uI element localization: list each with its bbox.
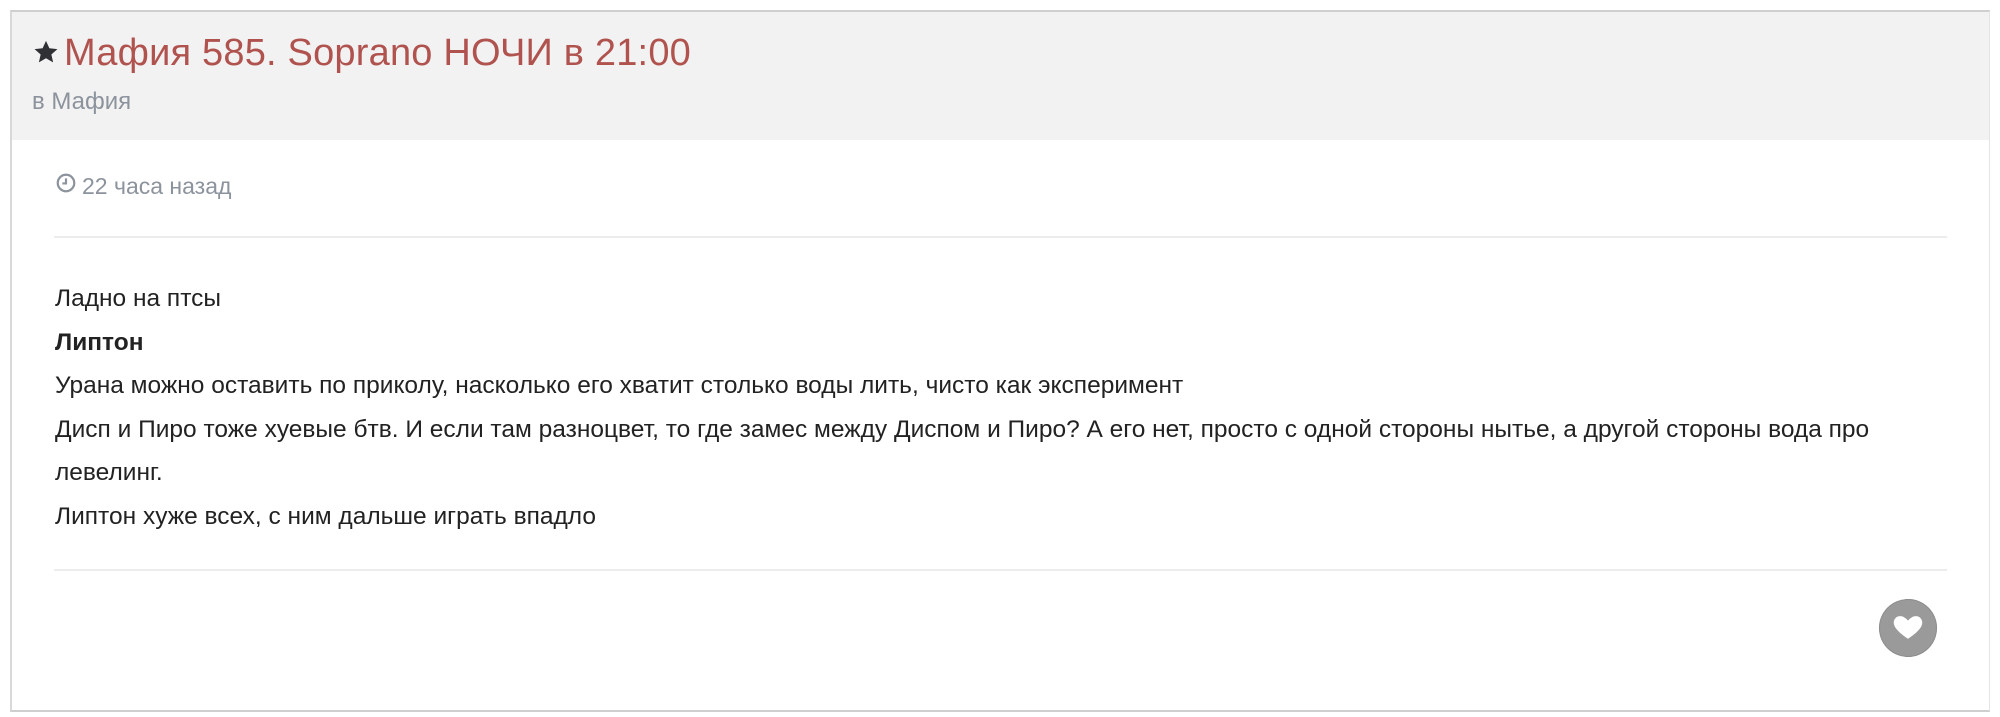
forum-link[interactable]: Мафия (51, 88, 131, 115)
divider-bottom (54, 569, 1947, 571)
forum-line: в Мафия (32, 88, 131, 116)
post-header: Мафия 585. Soprano НОЧИ в 21:00 в Мафия (12, 12, 1989, 140)
heart-icon (1891, 609, 1925, 648)
post-meta: 22 часа назад (55, 172, 231, 200)
content-line: Липтон хуже всех, с ним дальше играть вп… (55, 502, 596, 530)
title-row: Мафия 585. Soprano НОЧИ в 21:00 (32, 32, 691, 75)
content-line: Ладно на птсы (55, 285, 221, 312)
content-line-bold: Липтон (55, 328, 144, 356)
content-line: Урана можно оставить по приколу, насколь… (55, 372, 1184, 399)
post-content: Ладно на птсы Липтон Урана можно оставит… (55, 277, 1935, 538)
clock-icon (55, 172, 82, 200)
post-timestamp[interactable]: 22 часа назад (82, 173, 231, 200)
post-card: Мафия 585. Soprano НОЧИ в 21:00 в Мафия … (10, 10, 1990, 712)
forum-prefix: в (32, 88, 45, 115)
divider-top (54, 236, 1947, 238)
content-line: Дисп и Пиро тоже хуевые бтв. И если там … (55, 415, 1870, 487)
post-title-link[interactable]: Мафия 585. Soprano НОЧИ в 21:00 (64, 32, 691, 75)
like-button[interactable] (1879, 599, 1937, 657)
star-icon (32, 36, 64, 71)
